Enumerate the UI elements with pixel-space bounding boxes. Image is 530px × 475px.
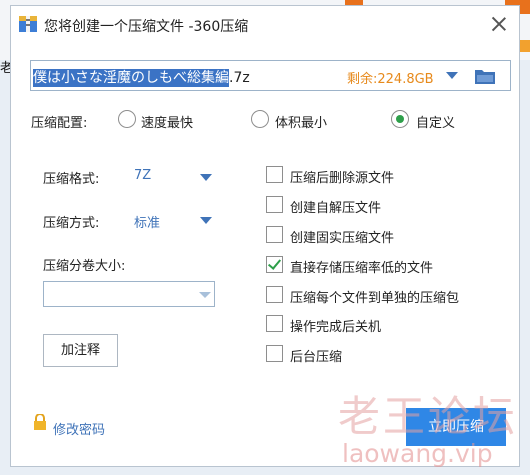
- dialog-title: 您将创建一个压缩文件 -360压缩: [44, 19, 249, 35]
- checkbox-separate-archives-label: 压缩每个文件到单独的压缩包: [290, 291, 460, 306]
- watermark-text: 老王论坛: [338, 392, 519, 441]
- config-label: 压缩配置:: [31, 116, 88, 131]
- checkbox-store-low-ratio[interactable]: [266, 256, 283, 273]
- checkbox-solid-archive-label: 创建固实压缩文件: [290, 231, 395, 246]
- checkbox-delete-source[interactable]: [266, 166, 283, 183]
- archive-path-selected: 僕は小さな淫魔のしもべ総集編: [33, 69, 229, 87]
- volume-dropdown-icon[interactable]: [199, 292, 211, 298]
- radio-speed-label: 速度最快: [141, 116, 194, 131]
- archive-path-extension: .7z: [229, 70, 250, 86]
- free-space-label: 剩余:224.8GB: [347, 72, 434, 87]
- radio-custom-label: 自定义: [416, 116, 456, 131]
- checkbox-self-extract[interactable]: [266, 196, 283, 213]
- volume-size-select[interactable]: [43, 281, 215, 307]
- checkbox-background[interactable]: [266, 345, 283, 362]
- checkbox-self-extract-label: 创建自解压文件: [290, 201, 382, 216]
- radio-speed[interactable]: [118, 110, 136, 128]
- folder-icon[interactable]: [475, 68, 495, 84]
- radio-size[interactable]: [251, 110, 269, 128]
- path-dropdown-icon[interactable]: [446, 72, 458, 79]
- method-label: 压缩方式:: [43, 216, 100, 231]
- checkbox-separate-archives[interactable]: [266, 286, 283, 303]
- title-bar: 您将创建一个压缩文件 -360压缩: [11, 6, 519, 44]
- format-dropdown-icon[interactable]: [200, 174, 212, 181]
- checkbox-store-low-ratio-label: 直接存储压缩率低的文件: [290, 261, 434, 276]
- archive-path-text: 僕は小さな淫魔のしもべ総集編.7z: [33, 67, 250, 87]
- change-password-link[interactable]: 修改密码: [53, 419, 105, 438]
- method-dropdown-icon[interactable]: [200, 217, 212, 224]
- checkbox-shutdown[interactable]: [266, 315, 283, 332]
- checkbox-solid-archive[interactable]: [266, 226, 283, 243]
- archive-icon: [19, 16, 37, 32]
- lock-icon: [34, 414, 46, 430]
- radio-custom[interactable]: [391, 110, 409, 128]
- archive-path-input[interactable]: 僕は小さな淫魔のしもべ総集編.7z 剩余:224.8GB: [30, 60, 511, 91]
- format-select[interactable]: 7Z: [134, 168, 151, 183]
- checkbox-background-label: 后台压缩: [290, 350, 343, 365]
- radio-size-label: 体积最小: [275, 116, 328, 131]
- checkbox-shutdown-label: 操作完成后关机: [290, 320, 382, 335]
- format-label: 压缩格式:: [43, 172, 100, 187]
- checkbox-delete-source-label: 压缩后删除源文件: [290, 171, 395, 186]
- method-select[interactable]: 标准: [134, 212, 160, 231]
- volume-label: 压缩分卷大小:: [43, 259, 126, 274]
- watermark-url: laowang.vip: [342, 439, 493, 468]
- close-icon[interactable]: [489, 14, 509, 34]
- add-comment-button[interactable]: 加注释: [43, 334, 118, 367]
